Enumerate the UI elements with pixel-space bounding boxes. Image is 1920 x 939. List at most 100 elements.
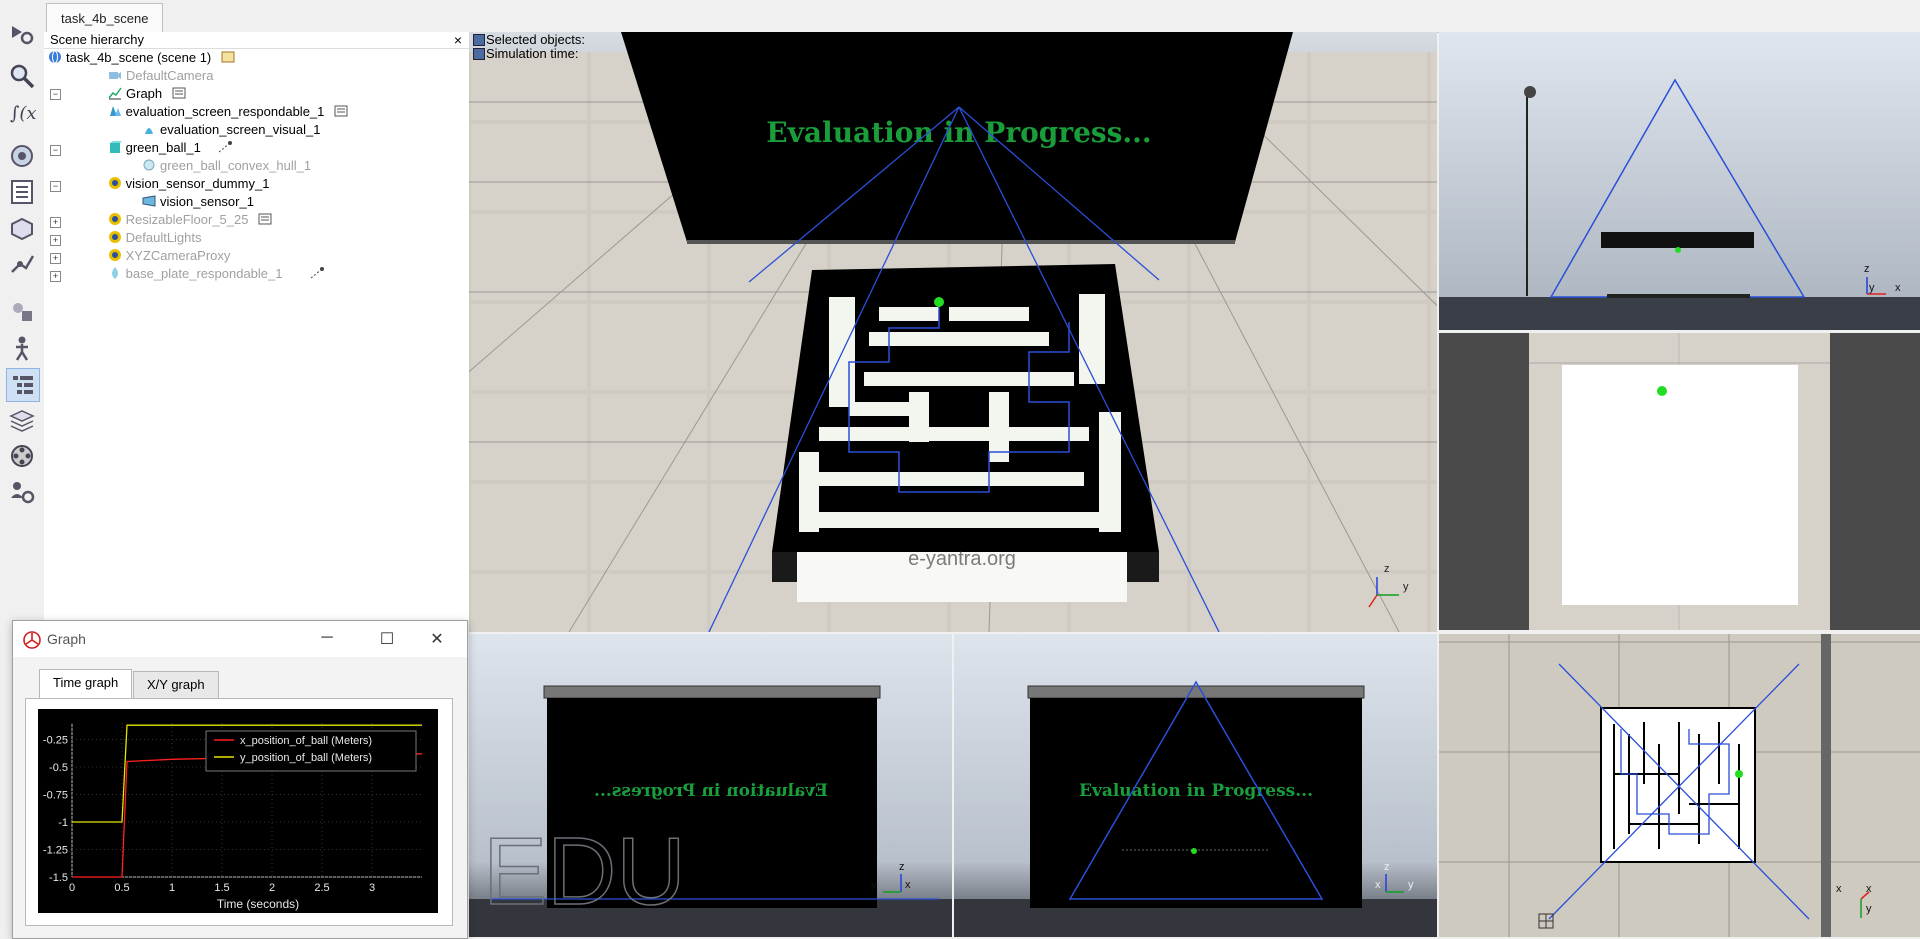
front-view-viewport[interactable]: Evaluation in Progress... z x y bbox=[954, 634, 1437, 937]
expand-toggle[interactable]: + bbox=[50, 235, 61, 246]
object-properties-icon[interactable] bbox=[6, 140, 38, 172]
minimize-icon[interactable]: ─ bbox=[317, 629, 337, 647]
coppelia-logo-icon bbox=[23, 631, 41, 649]
axis-z-label: z bbox=[1864, 263, 1870, 275]
simulation-indicator-icon bbox=[473, 48, 485, 60]
x-tick-label: 3 bbox=[369, 882, 375, 894]
graph-window-title: Graph bbox=[47, 631, 86, 647]
main-3d-viewport[interactable]: Evaluation in Progress... e-yantra.org z… bbox=[469, 32, 1437, 632]
tree-item-default-lights[interactable]: DefaultLights bbox=[64, 229, 202, 247]
expand-toggle[interactable]: + bbox=[50, 217, 61, 228]
tab-xy-graph[interactable]: X/Y graph bbox=[133, 671, 219, 698]
tree-item-xyz-camera-proxy[interactable]: XYZCameraProxy bbox=[64, 247, 230, 265]
child-script-icon bbox=[334, 105, 348, 117]
top-view-render: x x y bbox=[1439, 634, 1920, 937]
tab-task-4b-scene[interactable]: task_4b_scene bbox=[46, 3, 164, 33]
shape-icon bbox=[143, 159, 155, 171]
side-view-viewport[interactable]: z y x bbox=[1439, 32, 1920, 330]
child-script-icon bbox=[172, 87, 186, 99]
x-tick-label: 2.5 bbox=[314, 882, 329, 894]
tree-item-scene[interactable]: task_4b_scene (scene 1) bbox=[48, 49, 239, 67]
scene-script-icon bbox=[221, 51, 235, 63]
tree-item-evaluation-screen-respondable[interactable]: evaluation_screen_respondable_1 bbox=[64, 103, 352, 121]
axis-y-label: y bbox=[871, 879, 877, 891]
axis-z-label: z bbox=[1384, 861, 1390, 873]
axis-x-label: x bbox=[1895, 282, 1901, 294]
tree-item-resizable-floor[interactable]: ResizableFloor_5_25 bbox=[64, 211, 276, 229]
dynamic-icon bbox=[310, 267, 325, 279]
selected-objects-label: Selected objects: bbox=[486, 32, 586, 47]
y-tick-label: -0.25 bbox=[43, 735, 68, 747]
back-view-render: Evaluation in Progress... EDU z y x bbox=[469, 685, 952, 937]
tree-item-vision-sensor[interactable]: vision_sensor_1 bbox=[142, 193, 254, 211]
axis-x-label-2: x bbox=[1866, 883, 1872, 895]
scene-tab-strip: task_4b_scene bbox=[44, 0, 1920, 33]
y-tick-label: -1.5 bbox=[49, 872, 68, 884]
child-script-icon bbox=[258, 213, 272, 225]
brand-text: e-yantra.org bbox=[908, 548, 1016, 570]
time-graph-panel: 0 0.5 1 1.5 2 2.5 3 -0.25 -0.5 -0.75 -1 -1.25 -1.5 x… bbox=[25, 698, 453, 926]
shape-icon bbox=[111, 267, 118, 279]
tree-item-evaluation-screen-visual[interactable]: evaluation_screen_visual_1 bbox=[142, 121, 320, 139]
tree-item-base-plate-respondable[interactable]: base_plate_respondable_1 bbox=[64, 265, 328, 283]
tab-time-graph[interactable]: Time graph bbox=[39, 669, 133, 698]
expand-toggle[interactable]: + bbox=[50, 253, 61, 264]
shape-icon bbox=[145, 128, 153, 134]
x-tick-label: 1 bbox=[169, 882, 175, 894]
graph-icon bbox=[108, 87, 122, 100]
script-functions-icon[interactable]: ∫(x) bbox=[6, 96, 38, 128]
simulation-time-label: Simulation time: bbox=[486, 46, 579, 61]
expand-toggle[interactable]: − bbox=[50, 145, 61, 156]
close-icon[interactable]: ✕ bbox=[427, 629, 447, 649]
zoom-icon[interactable] bbox=[6, 60, 38, 92]
top-view-viewport[interactable]: x x y bbox=[1439, 634, 1920, 937]
graph-window: Graph ─ ☐ ✕ Time graph X/Y graph 0 0.5 1 1.… bbox=[12, 620, 468, 939]
simulation-settings-icon[interactable] bbox=[6, 18, 38, 50]
dummy-icon bbox=[108, 213, 121, 225]
dynamic-icon bbox=[219, 141, 233, 153]
expand-toggle[interactable]: − bbox=[50, 89, 61, 100]
screen-text: Evaluation in Progress... bbox=[766, 116, 1151, 149]
axis-x-label: x bbox=[1375, 879, 1381, 891]
tree-item-green-ball-convex-hull[interactable]: green_ball_convex_hull_1 bbox=[142, 157, 311, 175]
vision-sensor-view[interactable] bbox=[1439, 333, 1920, 630]
scene-hierarchy-icon[interactable] bbox=[6, 368, 40, 402]
graph-window-titlebar[interactable]: Graph ─ ☐ ✕ bbox=[13, 621, 467, 657]
back-view-viewport[interactable]: Evaluation in Progress... EDU z y x bbox=[469, 634, 952, 937]
x-axis-label: Time (seconds) bbox=[217, 897, 299, 911]
user-settings-icon[interactable] bbox=[6, 476, 38, 508]
tree-item-vision-sensor-dummy[interactable]: vision_sensor_dummy_1 bbox=[64, 175, 269, 193]
camera-icon bbox=[109, 72, 121, 79]
dummy-icon bbox=[108, 231, 121, 243]
cube-icon bbox=[109, 141, 122, 153]
globe-icon bbox=[49, 50, 61, 64]
scene-hierarchy-title: Scene hierarchy bbox=[44, 32, 469, 49]
scene-hierarchy-panel: Scene hierarchy × task_4b_scene (scene 1… bbox=[44, 32, 470, 620]
human-model-icon[interactable] bbox=[6, 332, 38, 364]
side-view-render: z y x bbox=[1439, 78, 1920, 330]
close-icon[interactable]: × bbox=[451, 32, 465, 48]
y-tick-label: -1.25 bbox=[43, 845, 68, 857]
axis-y-label: y bbox=[1869, 282, 1875, 294]
axis-z-label: z bbox=[899, 861, 905, 873]
expand-toggle[interactable]: + bbox=[50, 271, 61, 282]
video-recorder-icon[interactable] bbox=[6, 440, 38, 472]
vision-sensor-icon bbox=[142, 195, 156, 207]
shape-edit-icon[interactable] bbox=[6, 296, 38, 328]
main-scene-render: Evaluation in Progress... e-yantra.org z… bbox=[469, 32, 1437, 632]
axis-x-label: x bbox=[905, 879, 911, 891]
collection-icon[interactable] bbox=[6, 212, 38, 244]
time-graph-chart[interactable]: 0 0.5 1 1.5 2 2.5 3 -0.25 -0.5 -0.75 -1 -1.25 -1.5 x… bbox=[38, 709, 438, 913]
legend-label-1: y_position_of_ball (Meters) bbox=[240, 752, 372, 764]
tree-item-green-ball[interactable]: green_ball_1 bbox=[64, 139, 236, 157]
page-layout-icon[interactable] bbox=[6, 176, 38, 208]
legend-label-0: x_position_of_ball (Meters) bbox=[240, 735, 372, 747]
expand-toggle[interactable]: − bbox=[50, 181, 61, 192]
tree-item-graph[interactable]: Graph bbox=[108, 85, 190, 103]
y-tick-label: -1 bbox=[58, 817, 68, 829]
maximize-icon[interactable]: ☐ bbox=[377, 629, 397, 649]
model-browser-icon[interactable] bbox=[6, 248, 38, 280]
front-screen-text: Evaluation in Progress... bbox=[1079, 781, 1313, 801]
layers-icon[interactable] bbox=[6, 404, 38, 436]
tree-item-default-camera[interactable]: DefaultCamera bbox=[108, 67, 213, 85]
